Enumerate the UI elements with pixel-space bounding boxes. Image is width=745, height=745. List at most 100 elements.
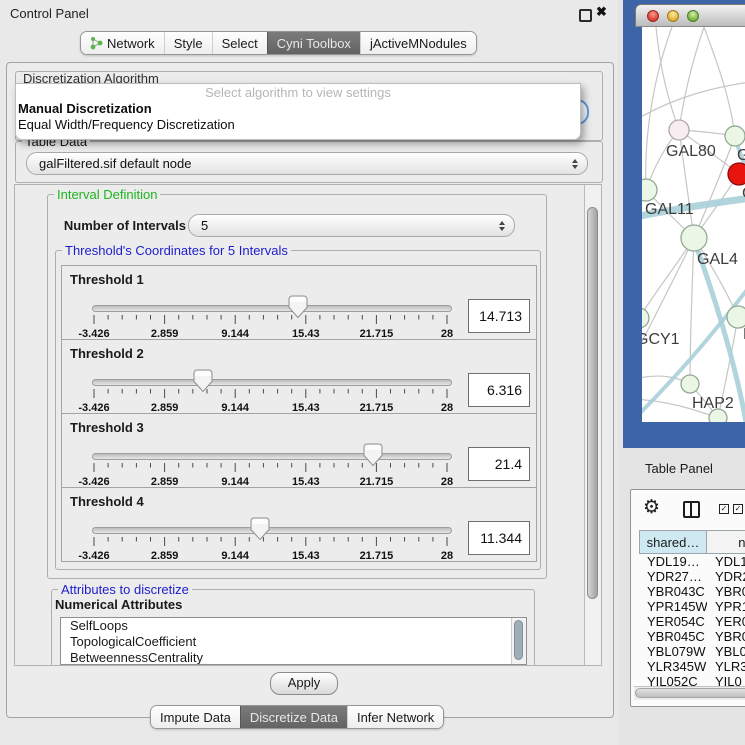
slider-track[interactable] bbox=[92, 527, 452, 534]
table-row[interactable]: YPR145WYPR1 bbox=[639, 599, 745, 614]
number-of-intervals-value: 5 bbox=[201, 215, 208, 236]
number-of-intervals-label: Number of Intervals bbox=[56, 214, 186, 237]
settings-vertical-scrollbar[interactable] bbox=[584, 185, 601, 665]
table-row[interactable]: YDL19…YDL1 bbox=[639, 554, 745, 569]
threshold-label: Threshold 1 bbox=[70, 272, 144, 287]
attributes-group: Attributes to discretize Numerical Attri… bbox=[51, 589, 535, 666]
tab-style[interactable]: Style bbox=[164, 32, 212, 54]
tab-cyni-toolbox[interactable]: Cyni Toolbox bbox=[267, 32, 360, 54]
threshold-value-field[interactable]: 14.713 bbox=[468, 299, 530, 333]
network-view-canvas[interactable]: GAL80GACGAL11GAL4GCY1HHAP2 bbox=[642, 27, 745, 422]
table-panel-window: ⚙ ✓ ✓ shared…nameYDL19…YDL1YDR27…YDR2YBR… bbox=[630, 489, 745, 707]
right-column: GAL80GACGAL11GAL4GCY1HHAP2 Table Panel ⚙… bbox=[618, 0, 745, 745]
table-row[interactable]: YER054CYER0 bbox=[639, 614, 745, 629]
panel-title: Control Panel bbox=[10, 6, 89, 21]
list-scrollbar[interactable] bbox=[511, 618, 526, 664]
table-row[interactable]: YBL079WYBL0 bbox=[639, 644, 745, 659]
threshold-label: Threshold 3 bbox=[70, 420, 144, 435]
slider-track[interactable] bbox=[92, 379, 452, 386]
table-row[interactable]: YDR27…YDR2 bbox=[639, 569, 745, 584]
thresholds-group: Threshold's Coordinates for 5 Intervals … bbox=[55, 250, 541, 570]
thresholds-container: Threshold 1 -3.4262.8599.14415.4321.71528… bbox=[61, 266, 537, 562]
attribute-list-item[interactable]: TopologicalCoefficient bbox=[61, 634, 526, 650]
tab-impute-data[interactable]: Impute Data bbox=[151, 706, 240, 728]
close-traffic-light-icon[interactable] bbox=[647, 10, 659, 22]
slider-track[interactable] bbox=[92, 305, 452, 312]
table-row[interactable]: YBR045CYBR0 bbox=[639, 629, 745, 644]
numerical-attributes-list[interactable]: SelfLoopsTopologicalCoefficientBetweenne… bbox=[60, 617, 527, 665]
table-horizontal-scrollbar[interactable] bbox=[634, 686, 745, 700]
tab-infer-network[interactable]: Infer Network bbox=[347, 706, 443, 728]
tab-label: Network bbox=[107, 33, 155, 54]
threshold-value-field[interactable]: 11.344 bbox=[468, 521, 530, 555]
tab-discretize-data[interactable]: Discretize Data bbox=[240, 706, 347, 728]
table-cell: YPR1 bbox=[707, 599, 745, 614]
tab-label: Infer Network bbox=[357, 707, 434, 728]
svg-text:GCY1: GCY1 bbox=[642, 331, 680, 348]
table-data-combobox-value: galFiltered.sif default node bbox=[39, 153, 191, 174]
slider-ticks: -3.4262.8599.14415.4321.71528 bbox=[62, 462, 502, 488]
attribute-list-item[interactable]: BetweennessCentrality bbox=[61, 650, 526, 665]
threshold-block-3: Threshold 3 -3.4262.8599.14415.4321.71528… bbox=[61, 413, 537, 488]
checkbox-icon[interactable]: ✓ bbox=[719, 504, 729, 514]
cytoscape-desktop: GAL80GACGAL11GAL4GCY1HHAP2 bbox=[623, 0, 745, 448]
table-cell: YER0 bbox=[707, 614, 745, 629]
table-cell: YDL19… bbox=[639, 554, 707, 569]
column-header-1[interactable]: name bbox=[707, 530, 745, 554]
minimize-traffic-light-icon[interactable] bbox=[667, 10, 679, 22]
zoom-traffic-light-icon[interactable] bbox=[687, 10, 699, 22]
slider-ticks: -3.4262.8599.14415.4321.71528 bbox=[62, 536, 502, 562]
checkbox-icon[interactable]: ✓ bbox=[733, 504, 743, 514]
table-cell: YBR045C bbox=[639, 629, 707, 644]
combobox-stepper-icon bbox=[499, 221, 505, 231]
table-cell: YDR27… bbox=[639, 569, 707, 584]
attribute-list-item[interactable]: SelfLoops bbox=[61, 618, 526, 634]
tab-select[interactable]: Select bbox=[212, 32, 267, 54]
cyni-toolbox-panel: Discretization Algorithm Select algorith… bbox=[6, 62, 614, 718]
close-icon[interactable]: ✖ bbox=[596, 4, 607, 20]
columns-icon[interactable] bbox=[683, 501, 700, 518]
tab-label: Select bbox=[222, 33, 258, 54]
dropdown-placeholder-item[interactable]: Select algorithm to view settings bbox=[16, 84, 580, 101]
table-row[interactable]: YBR043CYBR0 bbox=[639, 584, 745, 599]
network-graph: GAL80GACGAL11GAL4GCY1HHAP2 bbox=[642, 27, 745, 422]
svg-text:GA: GA bbox=[737, 147, 745, 164]
tab-label: Impute Data bbox=[160, 707, 231, 728]
apply-button[interactable]: Apply bbox=[270, 672, 338, 695]
bottom-tab-bar: Impute Data Discretize Data Infer Network bbox=[150, 705, 444, 729]
threshold-value-field[interactable]: 21.4 bbox=[468, 447, 530, 481]
table-data-combobox[interactable]: galFiltered.sif default node bbox=[26, 152, 588, 175]
slider-ticks: -3.4262.8599.14415.4321.71528 bbox=[62, 388, 502, 414]
thresholds-group-title: Threshold's Coordinates for 5 Intervals bbox=[62, 243, 291, 258]
tab-network[interactable]: Network bbox=[81, 32, 164, 54]
svg-text:GAL80: GAL80 bbox=[666, 143, 716, 160]
number-of-intervals-combobox[interactable]: 5 bbox=[188, 214, 515, 237]
table-cell: YDL1 bbox=[707, 554, 745, 569]
app-root: Control Panel ✖ Network Style Select Cyni T… bbox=[0, 0, 745, 745]
combobox-stepper-icon bbox=[572, 159, 578, 169]
table-cell: YPR145W bbox=[639, 599, 707, 614]
tab-jactivemnodules[interactable]: jActiveMNodules bbox=[360, 32, 476, 54]
table-cell: YBR043C bbox=[639, 584, 707, 599]
table-row[interactable]: YLR345WYLR3 bbox=[639, 659, 745, 674]
table-cell: YBL0 bbox=[707, 644, 745, 659]
interval-definition-title: Interval Definition bbox=[54, 187, 160, 202]
network-window-titlebar[interactable] bbox=[635, 4, 745, 27]
column-header-0[interactable]: shared… bbox=[639, 530, 707, 554]
network-icon bbox=[90, 36, 103, 50]
tab-label: Style bbox=[174, 33, 203, 54]
svg-text:15.43: 15.43 bbox=[292, 550, 320, 562]
dropdown-item-manual-discretization[interactable]: Manual Discretization bbox=[16, 101, 580, 117]
float-window-icon[interactable] bbox=[579, 9, 592, 22]
table-cell: YDR2 bbox=[707, 569, 745, 584]
threshold-value-field[interactable]: 6.316 bbox=[468, 373, 530, 407]
scrollbar-thumb[interactable] bbox=[587, 207, 598, 599]
scrollbar-thumb[interactable] bbox=[635, 688, 745, 698]
tab-label: Cyni Toolbox bbox=[277, 33, 351, 54]
slider-track[interactable] bbox=[92, 453, 452, 460]
node-attribute-table: shared…nameYDL19…YDL1YDR27…YDR2YBR043CYB… bbox=[639, 530, 745, 689]
attributes-group-title: Attributes to discretize bbox=[58, 582, 192, 597]
tab-label: Discretize Data bbox=[250, 707, 338, 728]
dropdown-item-equal-width[interactable]: Equal Width/Frequency Discretization bbox=[16, 117, 580, 133]
gear-icon[interactable]: ⚙ bbox=[643, 496, 660, 518]
